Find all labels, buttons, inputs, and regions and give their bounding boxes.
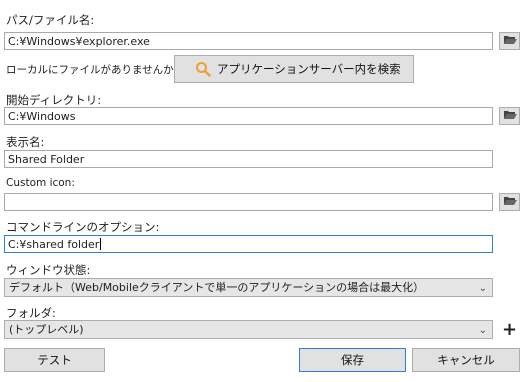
chevron-down-icon: ⌄ [478, 325, 487, 336]
folder-label: フォルダ: [6, 306, 56, 320]
folder-value: (トップレベル) [9, 323, 84, 336]
cmd-options-value: C:¥shared folder [8, 238, 100, 251]
path-input[interactable]: C:¥Windows¥explorer.exe [4, 32, 493, 50]
save-button[interactable]: 保存 [299, 348, 406, 372]
window-state-value: デフォルト（Web/Mobileクライアントで単一のアプリケーションの場合は最大… [9, 281, 425, 294]
window-state-label: ウィンドウ状態: [6, 263, 91, 277]
text-caret [100, 238, 102, 250]
browse-start-dir-button[interactable] [499, 107, 520, 125]
cmd-options-label: コマンドラインのオプション: [6, 220, 160, 234]
add-folder-button[interactable]: + [499, 319, 520, 340]
test-button[interactable]: テスト [4, 348, 105, 372]
custom-icon-input[interactable] [4, 193, 493, 211]
local-file-prompt: ローカルにファイルがありませんか？ [6, 64, 185, 76]
folder-select[interactable]: (トップレベル) ⌄ [4, 320, 493, 339]
display-name-label: 表示名: [6, 135, 45, 149]
plus-icon: + [501, 319, 518, 340]
custom-icon-label: Custom icon: [6, 177, 75, 189]
folder-open-icon [503, 34, 517, 48]
search-app-server-button[interactable]: アプリケーションサーバー内を検索 [174, 55, 414, 83]
path-label: パス/ファイル名: [6, 13, 95, 27]
folder-open-icon [503, 195, 517, 209]
start-dir-label: 開始ディレクトリ: [6, 93, 102, 107]
start-dir-input[interactable]: C:¥Windows [4, 107, 493, 125]
display-name-input[interactable]: Shared Folder [4, 150, 493, 168]
browse-path-button[interactable] [499, 32, 520, 50]
browse-icon-button[interactable] [499, 193, 520, 211]
search-icon [195, 61, 211, 77]
search-app-server-label: アプリケーションサーバー内を検索 [217, 62, 401, 76]
cancel-button[interactable]: キャンセル [412, 348, 520, 372]
window-state-select[interactable]: デフォルト（Web/Mobileクライアントで単一のアプリケーションの場合は最大… [4, 278, 493, 297]
cmd-options-input[interactable]: C:¥shared folder [4, 235, 493, 253]
chevron-down-icon: ⌄ [478, 283, 487, 294]
folder-open-icon [503, 109, 517, 123]
